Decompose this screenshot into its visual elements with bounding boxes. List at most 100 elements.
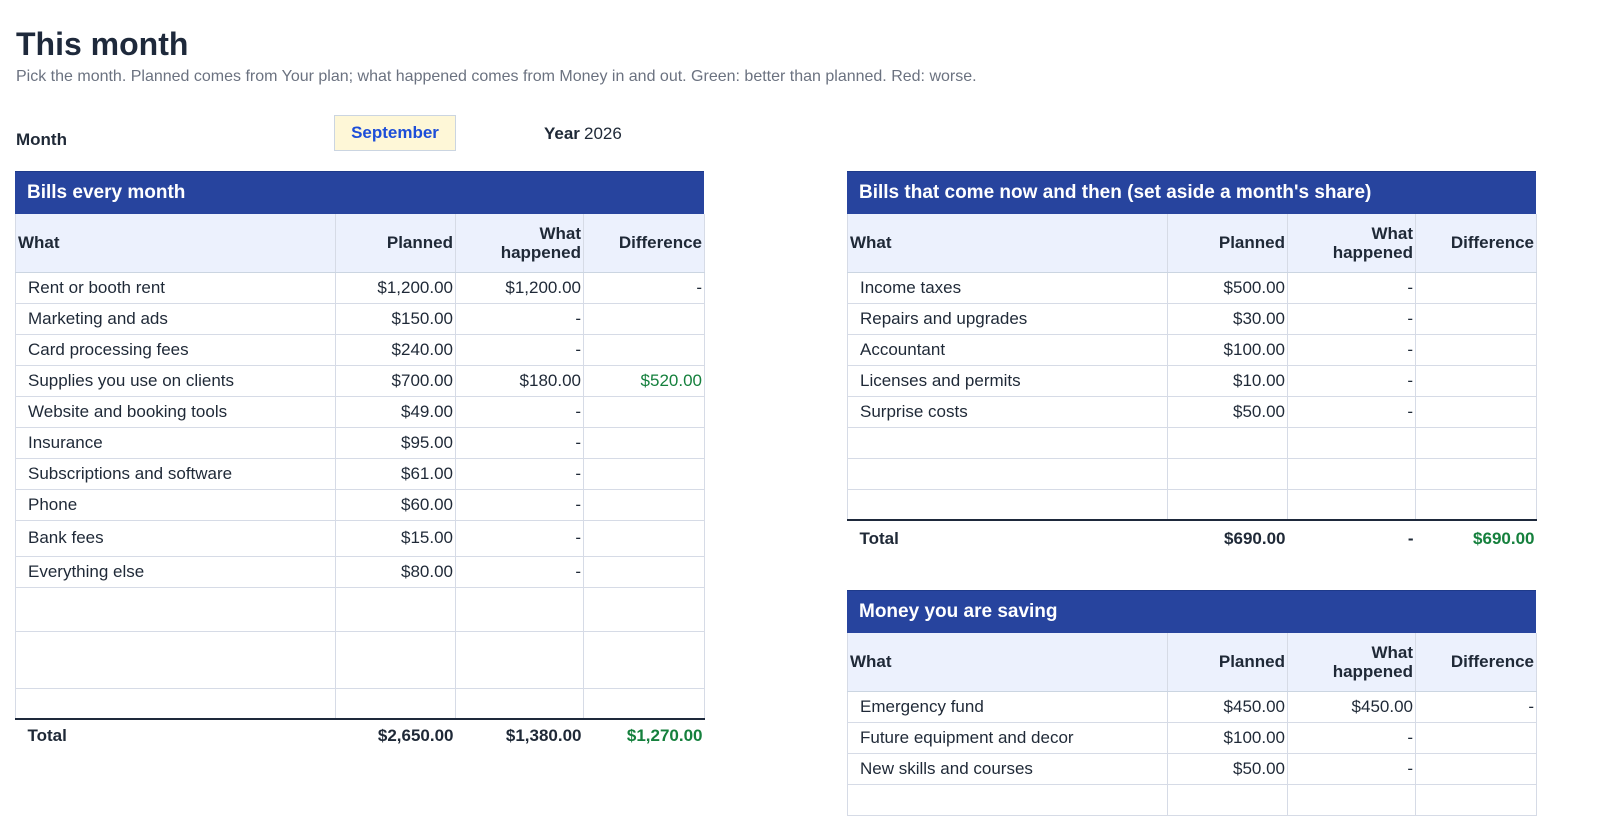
empty-cell[interactable] (335, 587, 456, 632)
cell-happened[interactable]: $450.00 (1287, 691, 1416, 723)
empty-cell[interactable] (1287, 489, 1416, 521)
cell-planned[interactable]: $100.00 (1167, 334, 1288, 366)
cell-planned[interactable]: $240.00 (335, 334, 456, 366)
empty-cell[interactable] (1167, 784, 1288, 816)
cell-what[interactable]: Income taxes (847, 272, 1168, 304)
cell-planned[interactable]: $10.00 (1167, 365, 1288, 397)
cell-planned[interactable]: $80.00 (335, 556, 456, 588)
cell-difference[interactable] (583, 489, 705, 521)
empty-cell[interactable] (1287, 784, 1416, 816)
cell-difference[interactable]: - (1415, 691, 1537, 723)
cell-happened[interactable]: - (1287, 365, 1416, 397)
empty-cell[interactable] (1415, 784, 1537, 816)
empty-cell[interactable] (1415, 458, 1537, 490)
empty-cell[interactable] (1167, 427, 1288, 459)
cell-happened[interactable]: $1,200.00 (455, 272, 584, 304)
cell-what[interactable]: Marketing and ads (15, 303, 336, 335)
cell-what[interactable]: Subscriptions and software (15, 458, 336, 490)
cell-happened[interactable]: - (455, 556, 584, 588)
cell-difference[interactable] (1415, 365, 1537, 397)
empty-cell[interactable] (1167, 489, 1288, 521)
empty-cell[interactable] (847, 427, 1168, 459)
cell-what[interactable]: Surprise costs (847, 396, 1168, 428)
cell-difference[interactable] (1415, 396, 1537, 428)
cell-difference[interactable] (1415, 303, 1537, 335)
cell-difference[interactable] (583, 520, 705, 557)
month-select[interactable]: September (334, 115, 456, 151)
cell-what[interactable]: Everything else (15, 556, 336, 588)
cell-happened[interactable]: - (455, 334, 584, 366)
cell-happened[interactable]: - (455, 458, 584, 490)
cell-what[interactable]: Accountant (847, 334, 1168, 366)
cell-happened[interactable]: $180.00 (455, 365, 584, 397)
empty-cell[interactable] (1287, 427, 1416, 459)
cell-difference[interactable] (1415, 722, 1537, 754)
empty-cell[interactable] (583, 688, 705, 720)
empty-cell[interactable] (1287, 458, 1416, 490)
cell-planned[interactable]: $50.00 (1167, 753, 1288, 785)
cell-what[interactable]: Card processing fees (15, 334, 336, 366)
cell-what[interactable]: Phone (15, 489, 336, 521)
empty-cell[interactable] (847, 489, 1168, 521)
cell-planned[interactable]: $30.00 (1167, 303, 1288, 335)
cell-what[interactable]: New skills and courses (847, 753, 1168, 785)
empty-cell[interactable] (847, 458, 1168, 490)
empty-cell[interactable] (15, 631, 336, 689)
cell-difference[interactable] (1415, 753, 1537, 785)
cell-happened[interactable]: - (455, 427, 584, 459)
empty-cell[interactable] (583, 631, 705, 689)
empty-cell[interactable] (847, 784, 1168, 816)
cell-happened[interactable]: - (455, 489, 584, 521)
cell-what[interactable]: Rent or booth rent (15, 272, 336, 304)
cell-difference[interactable]: $520.00 (583, 365, 705, 397)
cell-planned[interactable]: $60.00 (335, 489, 456, 521)
empty-cell[interactable] (583, 587, 705, 632)
cell-what[interactable]: Repairs and upgrades (847, 303, 1168, 335)
empty-cell[interactable] (1167, 458, 1288, 490)
cell-difference[interactable] (1415, 272, 1537, 304)
empty-cell[interactable] (335, 688, 456, 720)
cell-difference[interactable] (583, 556, 705, 588)
cell-happened[interactable]: - (1287, 722, 1416, 754)
empty-cell[interactable] (1415, 427, 1537, 459)
cell-difference[interactable] (583, 303, 705, 335)
cell-happened[interactable]: - (455, 520, 584, 557)
cell-what[interactable]: Licenses and permits (847, 365, 1168, 397)
cell-planned[interactable]: $100.00 (1167, 722, 1288, 754)
cell-difference[interactable] (583, 396, 705, 428)
cell-what[interactable]: Website and booking tools (15, 396, 336, 428)
cell-planned[interactable]: $150.00 (335, 303, 456, 335)
cell-happened[interactable]: - (1287, 396, 1416, 428)
cell-planned[interactable]: $95.00 (335, 427, 456, 459)
empty-cell[interactable] (15, 587, 336, 632)
cell-planned[interactable]: $700.00 (335, 365, 456, 397)
cell-planned[interactable]: $500.00 (1167, 272, 1288, 304)
cell-what[interactable]: Future equipment and decor (847, 722, 1168, 754)
empty-cell[interactable] (455, 587, 584, 632)
cell-happened[interactable]: - (1287, 753, 1416, 785)
cell-what[interactable]: Insurance (15, 427, 336, 459)
empty-cell[interactable] (1415, 489, 1537, 521)
empty-cell[interactable] (15, 688, 336, 720)
empty-cell[interactable] (455, 631, 584, 689)
cell-happened[interactable]: - (1287, 303, 1416, 335)
cell-difference[interactable] (1415, 334, 1537, 366)
cell-difference[interactable] (583, 427, 705, 459)
cell-difference[interactable]: - (583, 272, 705, 304)
cell-planned[interactable]: $49.00 (335, 396, 456, 428)
cell-difference[interactable] (583, 458, 705, 490)
cell-happened[interactable]: - (455, 396, 584, 428)
year-value[interactable]: 2026 (584, 124, 622, 144)
cell-planned[interactable]: $15.00 (335, 520, 456, 557)
empty-cell[interactable] (455, 688, 584, 720)
cell-planned[interactable]: $450.00 (1167, 691, 1288, 723)
cell-what[interactable]: Supplies you use on clients (15, 365, 336, 397)
cell-planned[interactable]: $61.00 (335, 458, 456, 490)
cell-difference[interactable] (583, 334, 705, 366)
cell-what[interactable]: Emergency fund (847, 691, 1168, 723)
cell-planned[interactable]: $1,200.00 (335, 272, 456, 304)
cell-happened[interactable]: - (455, 303, 584, 335)
cell-happened[interactable]: - (1287, 272, 1416, 304)
cell-what[interactable]: Bank fees (15, 520, 336, 557)
cell-planned[interactable]: $50.00 (1167, 396, 1288, 428)
